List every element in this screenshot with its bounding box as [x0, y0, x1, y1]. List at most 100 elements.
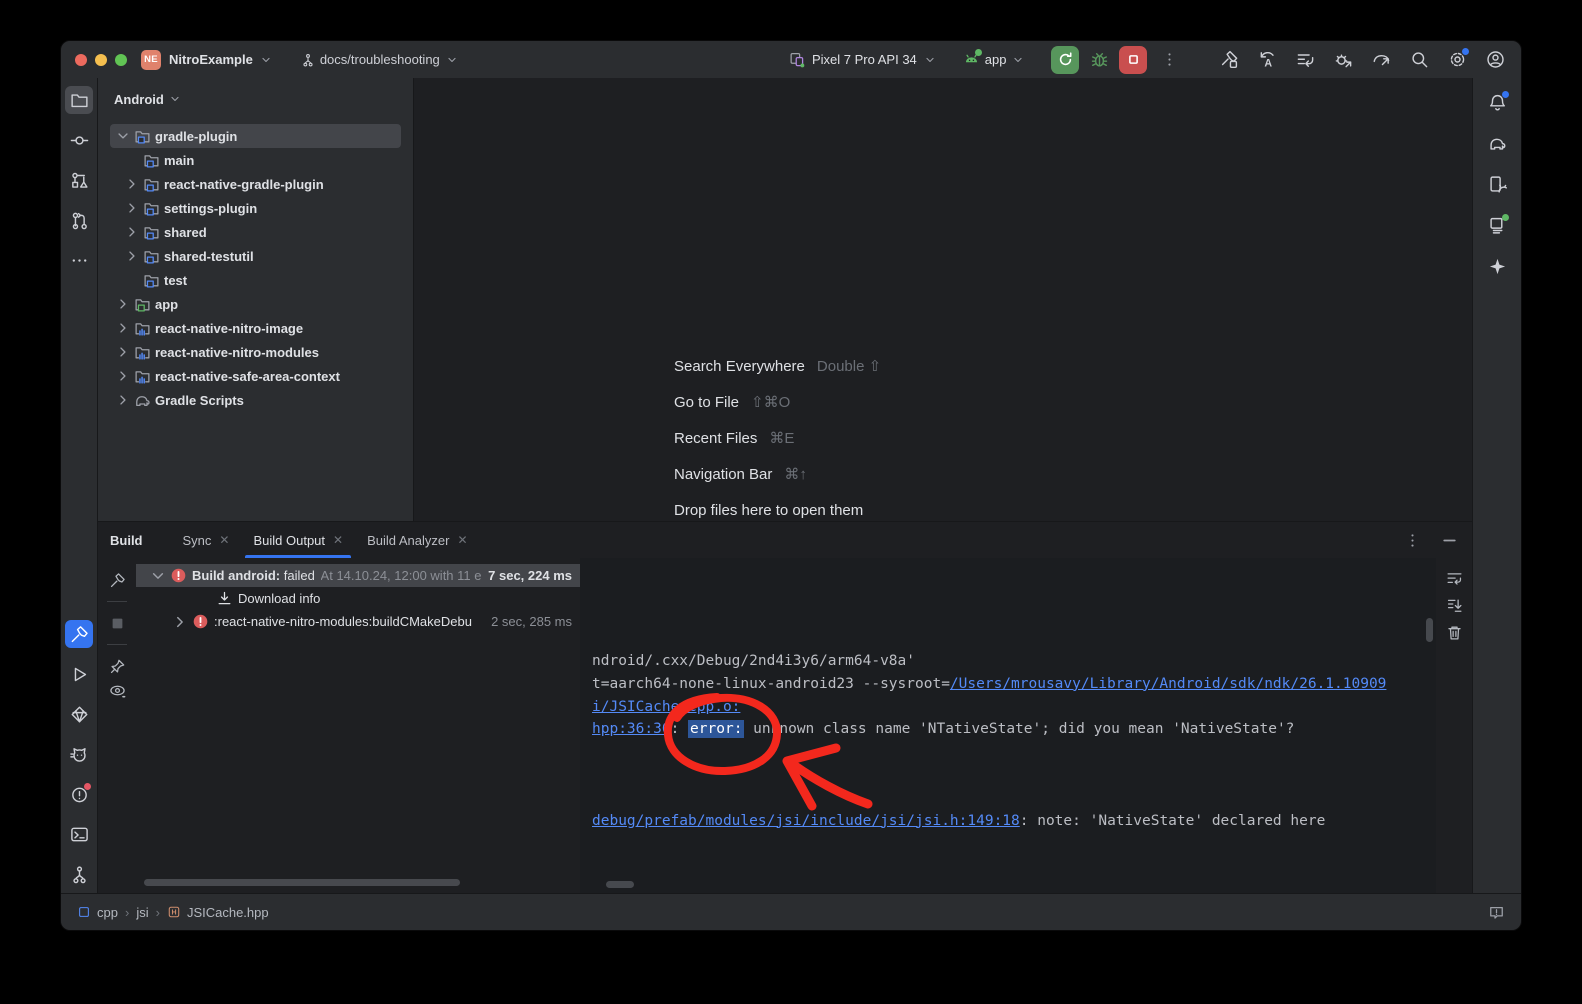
- account-button[interactable]: [1486, 50, 1505, 69]
- breadcrumb-item[interactable]: jsi: [136, 905, 148, 920]
- chevron-right-icon[interactable]: [114, 343, 132, 361]
- project-tree-item-react-native-nitro-modules[interactable]: react-native-nitro-modules: [110, 340, 401, 364]
- eye-button[interactable]: [109, 678, 126, 702]
- options-menu-icon[interactable]: [1404, 532, 1421, 549]
- tool-strip-gradle-button[interactable]: [1483, 129, 1511, 157]
- tool-strip-logcat-button[interactable]: [65, 740, 93, 768]
- close-tab-icon[interactable]: ✕: [457, 533, 467, 547]
- close-tab-icon[interactable]: ✕: [333, 533, 343, 547]
- project-tree-item-react-native-safe-area-context[interactable]: react-native-safe-area-context: [110, 364, 401, 388]
- hammer-small-button[interactable]: [109, 568, 126, 592]
- project-tree-item-settings-plugin[interactable]: settings-plugin: [119, 196, 401, 220]
- rerun-button[interactable]: [1051, 46, 1079, 74]
- settings-button[interactable]: [1448, 50, 1467, 69]
- breadcrumb-item[interactable]: cpp: [77, 905, 118, 920]
- tool-strip-app-quality-insights-button[interactable]: [65, 700, 93, 728]
- console-file-link[interactable]: hpp:36:36: [592, 721, 671, 737]
- chevron-right-icon[interactable]: [114, 319, 132, 337]
- tool-strip-terminal-button[interactable]: [65, 820, 93, 848]
- project-tree-item-test[interactable]: test: [119, 268, 401, 292]
- minimize-button[interactable]: [95, 54, 107, 66]
- project-name[interactable]: NitroExample: [169, 52, 253, 67]
- chevron-right-icon[interactable]: [114, 295, 132, 313]
- pull-requests-icon: [70, 211, 89, 230]
- search-button[interactable]: [1410, 50, 1429, 69]
- build-button[interactable]: [1220, 50, 1239, 69]
- vertical-scrollbar[interactable]: [1426, 618, 1433, 642]
- more-actions-button[interactable]: [1155, 46, 1183, 74]
- tool-strip-structure-button[interactable]: [65, 166, 93, 194]
- build-tree-row[interactable]: Build android: failedAt 14.10.24, 12:00 …: [136, 564, 580, 587]
- project-tree-item-app[interactable]: app: [110, 292, 401, 316]
- build-tool-window: Build Sync✕Build Output✕Build Analyzer✕ …: [98, 521, 1472, 893]
- breadcrumb-separator: ›: [125, 905, 129, 920]
- console-file-link[interactable]: i/JSICache.cpp.o:: [592, 699, 740, 715]
- project-tree-item-shared-testutil[interactable]: shared-testutil: [119, 244, 401, 268]
- branch-widget[interactable]: docs/troubleshooting: [301, 52, 459, 67]
- debug-button[interactable]: [1085, 46, 1113, 74]
- close-button[interactable]: [75, 54, 87, 66]
- horizontal-scrollbar[interactable]: [606, 881, 634, 888]
- chevron-right-icon[interactable]: [170, 612, 190, 632]
- project-widget[interactable]: NE NitroExample docs/troubleshooting: [141, 41, 459, 78]
- project-tree-item-gradle-plugin[interactable]: gradle-plugin: [110, 124, 401, 148]
- build-tab-build-analyzer[interactable]: Build Analyzer✕: [355, 522, 479, 558]
- console-file-link[interactable]: /Users/mrousavy/Library/Android/sdk/ndk/…: [950, 676, 1387, 692]
- tool-strip-gemini-button[interactable]: [1483, 252, 1511, 280]
- project-tree-item-gradle-scripts[interactable]: Gradle Scripts: [110, 388, 401, 412]
- build-tree-row[interactable]: :react-native-nitro-modules:buildCMakeDe…: [136, 610, 580, 633]
- tool-strip-running-devices-button[interactable]: [1483, 211, 1511, 239]
- close-tab-icon[interactable]: ✕: [219, 533, 229, 547]
- tool-strip-run-button[interactable]: [65, 660, 93, 688]
- chevron-down-icon[interactable]: [148, 566, 168, 586]
- soft-wrap-button[interactable]: [1446, 570, 1463, 587]
- zoom-button[interactable]: [115, 54, 127, 66]
- trash-button[interactable]: [1446, 624, 1463, 641]
- breadcrumb-item[interactable]: HJSICache.hpp: [167, 905, 269, 920]
- tree-item-label: react-native-safe-area-context: [155, 369, 340, 384]
- tool-strip-notifications-button[interactable]: [1483, 88, 1511, 116]
- branch-name[interactable]: docs/troubleshooting: [320, 52, 440, 67]
- run-config-selector[interactable]: app: [963, 51, 1026, 68]
- tool-strip-commit-button[interactable]: [65, 126, 93, 154]
- pin-button[interactable]: [109, 654, 126, 678]
- build-tree-row[interactable]: Download info: [136, 587, 580, 610]
- tool-strip-more-tool-windows-button[interactable]: [65, 246, 93, 274]
- stop-square-button[interactable]: [109, 611, 126, 635]
- project-tree-item-react-native-gradle-plugin[interactable]: react-native-gradle-plugin: [119, 172, 401, 196]
- stop-button[interactable]: [1119, 46, 1147, 74]
- apply-changes-icon: A: [1258, 50, 1277, 69]
- build-tab-sync[interactable]: Sync✕: [171, 522, 242, 558]
- tool-strip-build-button[interactable]: [65, 620, 93, 648]
- tool-strip-project-button[interactable]: [65, 86, 93, 114]
- editor-shortcuts: Search EverywhereDouble ⇧Go to File⇧⌘ORe…: [674, 348, 881, 528]
- tool-strip-device-manager-button[interactable]: [1483, 170, 1511, 198]
- chevron-down-icon[interactable]: [114, 127, 132, 145]
- event-balloon-icon[interactable]: [1488, 904, 1505, 921]
- tool-strip-problems-button[interactable]: [65, 780, 93, 808]
- device-selector[interactable]: Pixel 7 Pro API 34: [789, 51, 937, 68]
- scroll-end-icon: [1446, 597, 1463, 614]
- chevron-right-icon[interactable]: [123, 247, 141, 265]
- scroll-end-button[interactable]: [1446, 597, 1463, 614]
- hide-tool-window-icon[interactable]: [1441, 532, 1458, 549]
- attach-debugger-button[interactable]: [1334, 50, 1353, 69]
- apply-changes-button[interactable]: A: [1258, 50, 1277, 69]
- project-tree-item-react-native-nitro-image[interactable]: react-native-nitro-image: [110, 316, 401, 340]
- chevron-right-icon[interactable]: [123, 223, 141, 241]
- screen: NE NitroExample docs/troubleshooting Pix…: [0, 0, 1582, 1004]
- apply-code-changes-button[interactable]: [1296, 50, 1315, 69]
- chevron-right-icon[interactable]: [123, 175, 141, 193]
- chevron-right-icon[interactable]: [123, 199, 141, 217]
- chevron-right-icon[interactable]: [114, 367, 132, 385]
- horizontal-scrollbar[interactable]: [144, 879, 460, 886]
- tool-strip-pull-requests-button[interactable]: [65, 206, 93, 234]
- project-tree-item-shared[interactable]: shared: [119, 220, 401, 244]
- project-view-selector[interactable]: Android: [98, 88, 413, 110]
- project-tree-item-main[interactable]: main: [119, 148, 401, 172]
- profiler-button[interactable]: [1372, 50, 1391, 69]
- build-tab-build-output[interactable]: Build Output✕: [241, 522, 355, 558]
- console-file-link[interactable]: debug/prefab/modules/jsi/include/jsi/jsi…: [592, 813, 1020, 829]
- tool-strip-version-control-button[interactable]: [65, 860, 93, 888]
- chevron-right-icon[interactable]: [114, 391, 132, 409]
